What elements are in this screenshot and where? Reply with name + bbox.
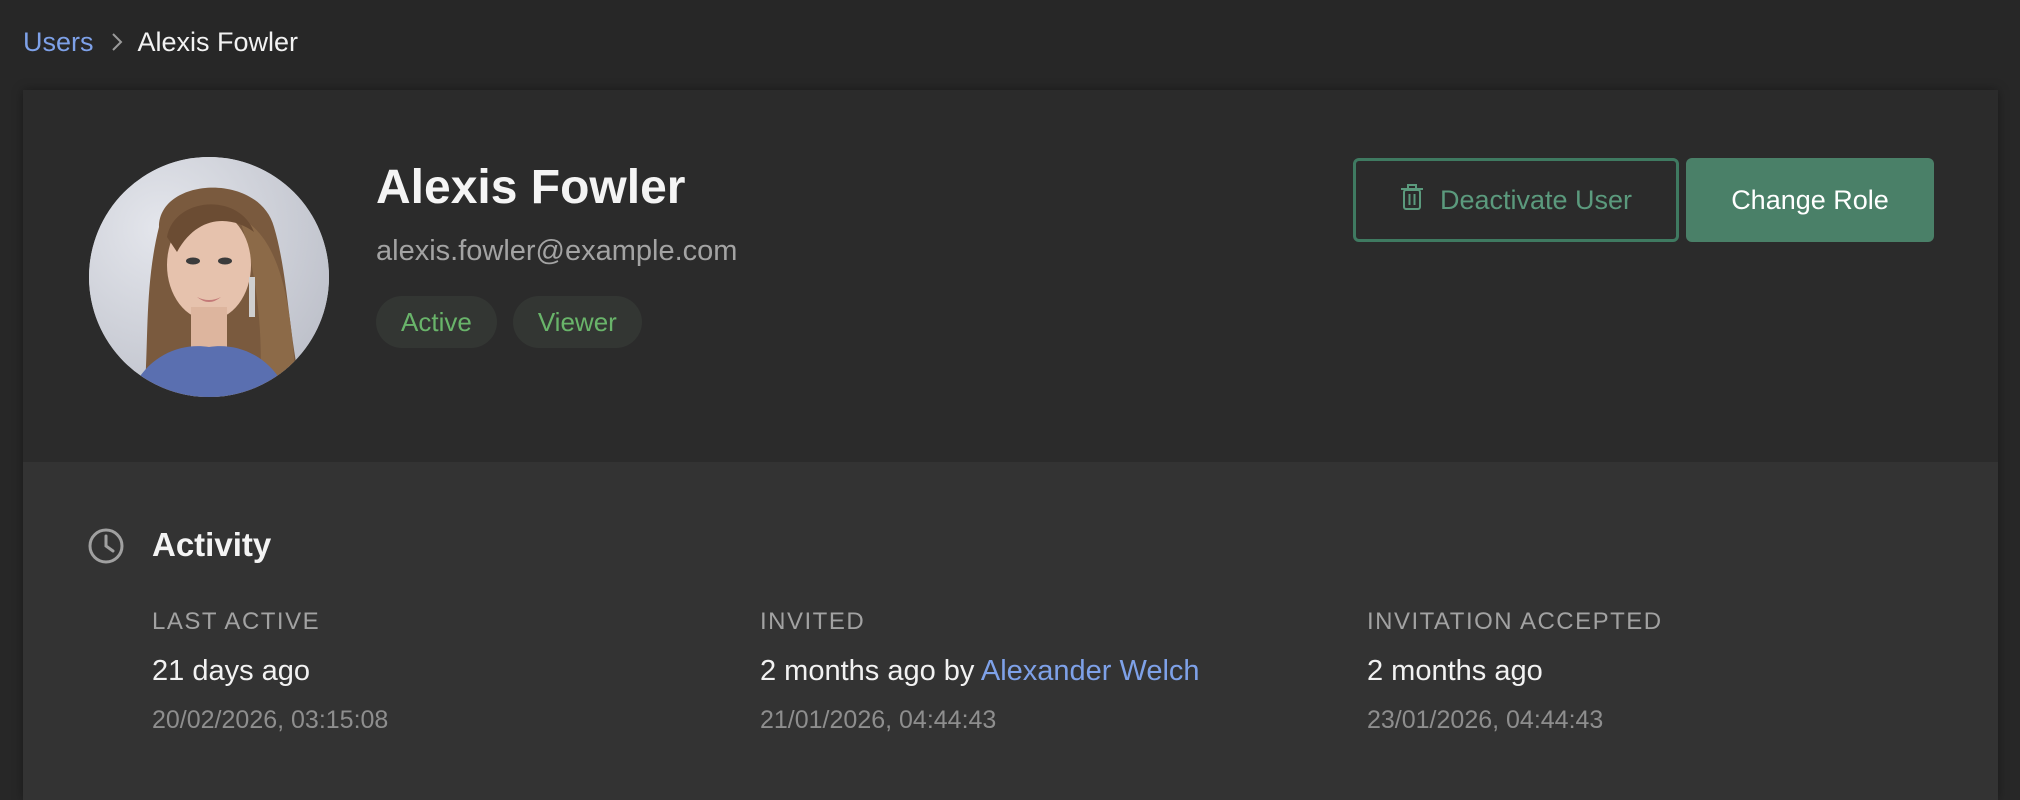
deactivate-user-label: Deactivate User xyxy=(1439,184,1633,215)
invited-block: INVITED 2 months ago by Alexander Welch … xyxy=(760,608,1320,735)
user-header: Alexis Fowler alexis.fowler@example.com … xyxy=(23,90,1998,462)
trash-icon xyxy=(1400,183,1424,218)
status-badge: Active xyxy=(376,296,497,348)
breadcrumb-current: Alexis Fowler xyxy=(137,26,299,57)
last-active-value: 21 days ago xyxy=(152,655,311,687)
invited-value: 2 months ago by Alexander Welch xyxy=(760,655,1320,688)
breadcrumb-link-users[interactable]: Users xyxy=(23,27,94,58)
last-active-label: LAST ACTIVE xyxy=(152,608,321,635)
invitation-accepted-value: 2 months ago xyxy=(1367,655,1543,687)
inviter-link[interactable]: Alexander Welch xyxy=(981,655,1200,687)
invitation-accepted-label: INVITATION ACCEPTED xyxy=(1367,608,1663,635)
activity-title: Activity xyxy=(152,526,272,563)
change-role-button[interactable]: Change Role xyxy=(1686,158,1934,242)
clock-icon xyxy=(87,527,125,565)
breadcrumb: Users Alexis Fowler xyxy=(23,22,298,62)
user-name: Alexis Fowler xyxy=(376,161,686,214)
invited-label: INVITED xyxy=(760,608,866,635)
invitation-accepted-block: INVITATION ACCEPTED 2 months ago 23/01/2… xyxy=(1367,608,1927,735)
invitation-accepted-timestamp: 23/01/2026, 04:44:43 xyxy=(1367,706,1604,734)
user-detail-card: Alexis Fowler alexis.fowler@example.com … xyxy=(23,90,1998,800)
user-badges: Active Viewer xyxy=(376,296,642,348)
invited-timestamp: 21/01/2026, 04:44:43 xyxy=(760,706,997,734)
last-active-timestamp: 20/02/2026, 03:15:08 xyxy=(152,706,389,734)
avatar-image xyxy=(89,157,329,397)
invited-value-prefix: 2 months ago by xyxy=(760,655,981,687)
role-badge: Viewer xyxy=(512,296,642,348)
chevron-right-icon xyxy=(110,31,124,53)
user-email: alexis.fowler@example.com xyxy=(376,235,738,267)
last-active-block: LAST ACTIVE 21 days ago 20/02/2026, 03:1… xyxy=(152,608,712,735)
deactivate-user-button[interactable]: Deactivate User xyxy=(1353,158,1679,242)
activity-section: Activity LAST ACTIVE 21 days ago 20/02/2… xyxy=(23,462,1998,800)
avatar xyxy=(89,157,329,397)
